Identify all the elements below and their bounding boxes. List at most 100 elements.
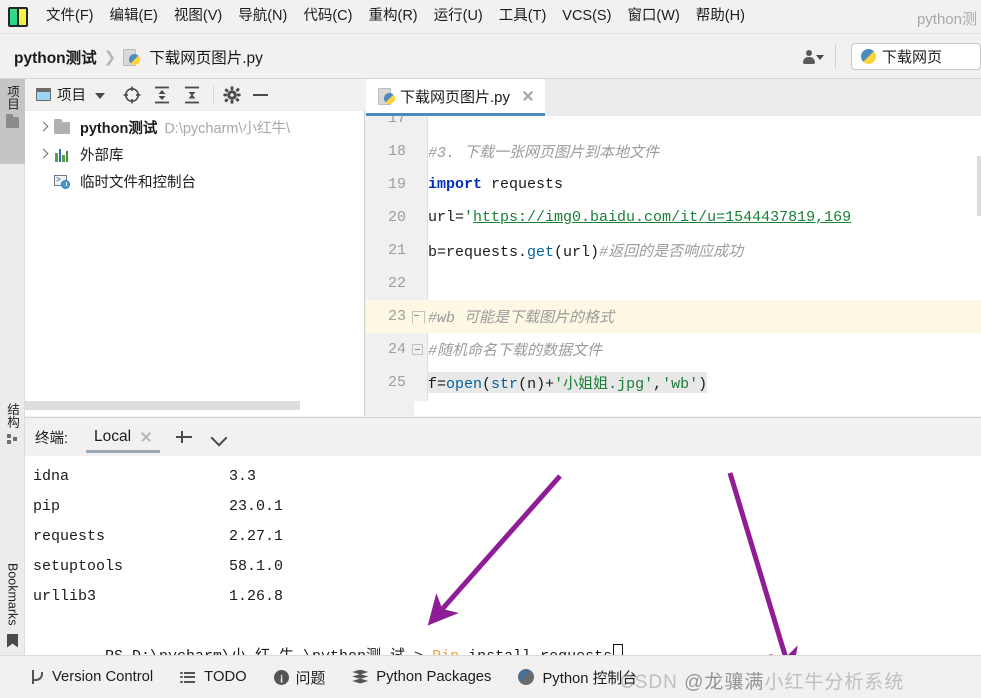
watermark: CSDN @龙骧满小红牛分析系统 [620, 667, 904, 694]
menu-navigate[interactable]: 导航(N) [230, 6, 295, 27]
line-number: 25 [387, 374, 406, 391]
editor-vertical-scrollbar[interactable] [977, 156, 981, 216]
sidebar-item-project[interactable]: 项目 [0, 79, 25, 164]
status-problems-label: 问题 [295, 670, 326, 687]
breadcrumb-project[interactable]: python测试 [14, 46, 97, 68]
code-line[interactable]: 20 url='https://img0.baidu.com/it/u=15444… [366, 201, 981, 234]
editor-area: 下载网页图片.py 17 18 #3. 下载一张网页图片到本地文件 19 import … [366, 79, 981, 416]
window-title: python测 [916, 11, 977, 28]
code-text: url='https://img0.baidu.com/it/u=1544437… [428, 209, 851, 226]
code-line[interactable]: 19 import requests [366, 168, 981, 201]
bookmark-icon [7, 633, 18, 648]
editor-tab-label: 下载网页图片.py [400, 88, 511, 106]
terminal-output[interactable]: idna 3.3 pip 23.0.1 requests 2.27.1 setuptools… [25, 456, 981, 665]
menu-window[interactable]: 窗口(W) [619, 6, 687, 27]
sidebar-item-structure[interactable]: 结构 [0, 399, 25, 479]
code-token-com: #wb 可能是下载图片的格式 [428, 310, 615, 327]
menu-code[interactable]: 代码(C) [295, 6, 360, 27]
code-token-plain: , [653, 376, 663, 393]
menu-refactor[interactable]: 重构(R) [360, 6, 425, 27]
menu-vcs[interactable]: VCS(S) [554, 6, 619, 27]
watermark-handle: @龙骧满 [684, 672, 765, 693]
close-icon[interactable] [140, 431, 152, 443]
code-text: import requests [428, 176, 563, 193]
menu-edit[interactable]: 编辑(E) [102, 6, 166, 27]
terminal-package-name: urllib3 [33, 588, 97, 605]
line-number: 24 [387, 341, 406, 358]
code-line[interactable]: 21 b=requests.get(url)#返回的是否响应成功 [366, 234, 981, 267]
divider [213, 85, 214, 104]
watermark-prefix: CSDN [620, 672, 685, 693]
folder-icon [53, 118, 73, 137]
gear-icon[interactable] [221, 84, 243, 106]
code-line[interactable]: 17 [366, 116, 981, 135]
tree-node-scratches[interactable]: >_ 临时文件和控制台 [25, 168, 364, 195]
code-token-plain: (url) [554, 244, 600, 261]
code-viewport[interactable]: 17 18 #3. 下载一张网页图片到本地文件 19 import requests 20… [366, 116, 981, 416]
menu-view[interactable]: 视图(V) [166, 6, 230, 27]
scratches-icon: >_ [53, 173, 73, 191]
collapse-all-icon[interactable] [181, 84, 203, 106]
menu-run[interactable]: 运行(U) [426, 6, 491, 27]
terminal-package-version: 23.0.1 [229, 498, 284, 515]
line-number: 23 [387, 308, 406, 325]
problems-icon [273, 670, 289, 685]
tree-node-external-libraries[interactable]: 外部库 [25, 141, 364, 168]
code-line[interactable]: 25 f=open(str(n)+'小姐姐.jpg','wb') [366, 366, 981, 399]
terminal-package-row: pip 23.0.1 [33, 492, 981, 522]
breadcrumb-separator: ❯ [103, 49, 117, 66]
tree-node-label: python测试 [80, 121, 158, 137]
line-number: 17 [387, 116, 406, 127]
code-text: f=open(str(n)+'小姐姐.jpg','wb') [428, 372, 708, 393]
menu-file[interactable]: 文件(F) [38, 6, 102, 27]
chevron-down-icon [816, 54, 824, 60]
code-token-fn: str [491, 376, 519, 393]
breadcrumb: python测试 ❯ 下载网页图片.py [14, 46, 263, 68]
code-line[interactable]: 18 #3. 下载一张网页图片到本地文件 [366, 135, 981, 168]
menu-tools[interactable]: 工具(T) [491, 6, 555, 27]
code-token-str: '小姐姐.jpg' [554, 376, 654, 393]
python-snake-icon [518, 668, 535, 686]
code-token-plain: f= [428, 376, 447, 393]
status-todo[interactable]: TODO [180, 669, 247, 686]
project-panel: 项目 python测试 D:\pycharm\小红牛\ 外部库 >_ 临时文件和控制台 [25, 79, 365, 416]
python-snake-icon [860, 48, 877, 65]
code-line[interactable]: 24 #随机命名下载的数据文件 [366, 333, 981, 366]
project-panel-title: 项目 [57, 88, 86, 104]
terminal-package-version: 3.3 [229, 468, 257, 485]
account-icon[interactable] [802, 47, 824, 67]
fold-toggle-icon[interactable] [406, 341, 428, 359]
status-problems[interactable]: 问题 [273, 667, 326, 688]
watermark-suffix: 小红牛分析系统 [764, 672, 905, 693]
tree-node-project-root[interactable]: python测试 D:\pycharm\小红牛\ [25, 114, 364, 141]
tree-node-label: 临时文件和控制台 [80, 175, 196, 191]
project-panel-horizontal-scrollbar[interactable] [25, 401, 300, 410]
code-line[interactable]: 22 [366, 267, 981, 300]
chevron-right-icon[interactable] [35, 146, 53, 164]
fold-toggle-icon[interactable] [406, 308, 428, 326]
chevron-down-icon[interactable] [95, 92, 105, 99]
code-token-fn: open [446, 376, 483, 393]
breadcrumb-file[interactable]: 下载网页图片.py [149, 46, 263, 68]
project-tree: python测试 D:\pycharm\小红牛\ 外部库 >_ 临时文件和控制台 [25, 111, 364, 416]
status-python-packages[interactable]: Python Packages [352, 669, 491, 686]
close-icon[interactable] [521, 89, 535, 103]
hide-panel-icon[interactable] [253, 93, 268, 96]
terminal-tab-local[interactable]: Local [86, 418, 161, 456]
code-line[interactable]: 23 #wb 可能是下载图片的格式 [366, 300, 981, 333]
structure-icon [6, 434, 19, 445]
chevron-down-icon[interactable] [210, 428, 228, 446]
status-python-packages-label: Python Packages [376, 669, 492, 685]
code-token-com: #返回的是否响应成功 [599, 244, 744, 261]
plus-icon[interactable] [174, 427, 194, 447]
editor-tab-active[interactable]: 下载网页图片.py [366, 79, 546, 116]
python-file-icon [378, 87, 395, 105]
chevron-right-icon[interactable] [35, 119, 53, 137]
expand-all-icon[interactable] [151, 84, 173, 106]
locate-target-icon[interactable] [121, 84, 143, 106]
code-text: #3. 下载一张网页图片到本地文件 [428, 141, 659, 162]
menu-help[interactable]: 帮助(H) [688, 6, 753, 27]
status-version-control[interactable]: Version Control [28, 669, 153, 686]
run-configuration-selector[interactable]: 下载网页 [851, 43, 981, 70]
